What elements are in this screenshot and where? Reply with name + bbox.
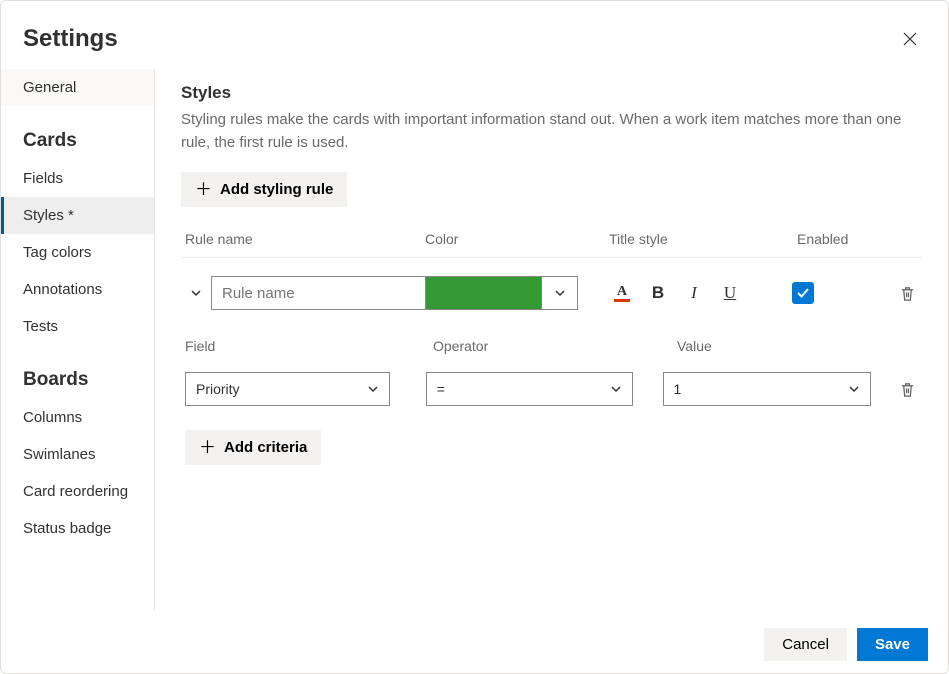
col-header-color: Color: [425, 231, 609, 247]
add-styling-rule-button[interactable]: ＋ Add styling rule: [181, 172, 347, 207]
add-styling-rule-label: Add styling rule: [220, 181, 333, 198]
rule-name-input[interactable]: [211, 276, 426, 310]
sidebar-item-styles[interactable]: Styles *: [1, 197, 154, 234]
section-title: Styles: [181, 83, 922, 103]
field-dropdown[interactable]: Priority: [185, 372, 390, 406]
criteria-header-operator: Operator: [433, 338, 677, 354]
add-criteria-button[interactable]: ＋ Add criteria: [185, 430, 321, 465]
value-dropdown-value: 1: [674, 381, 682, 397]
sidebar: General Cards Fields Styles * Tag colors…: [1, 69, 155, 611]
save-button[interactable]: Save: [857, 628, 928, 661]
underline-button[interactable]: U: [718, 281, 742, 305]
col-header-enabled: Enabled: [797, 231, 922, 247]
rule-row: A B I U: [181, 276, 922, 310]
font-color-button[interactable]: A: [610, 281, 634, 305]
criteria-header-value: Value: [677, 338, 922, 354]
sidebar-item-tests[interactable]: Tests: [1, 308, 154, 345]
bold-button[interactable]: B: [646, 281, 670, 305]
sidebar-item-card-reordering[interactable]: Card reordering: [1, 473, 154, 510]
sidebar-item-general[interactable]: General: [1, 69, 154, 106]
sidebar-item-swimlanes[interactable]: Swimlanes: [1, 436, 154, 473]
sidebar-item-annotations[interactable]: Annotations: [1, 271, 154, 308]
sidebar-item-status-badge[interactable]: Status badge: [1, 510, 154, 547]
criteria-header-field: Field: [185, 338, 433, 354]
plus-icon: ＋: [199, 439, 216, 456]
dialog-title: Settings: [23, 25, 118, 53]
section-description: Styling rules make the cards with import…: [181, 109, 922, 154]
plus-icon: ＋: [195, 181, 212, 198]
color-picker[interactable]: [426, 276, 578, 310]
add-criteria-label: Add criteria: [224, 439, 307, 456]
field-dropdown-value: Priority: [196, 381, 240, 397]
sidebar-item-tag-colors[interactable]: Tag colors: [1, 234, 154, 271]
cancel-button[interactable]: Cancel: [764, 628, 847, 661]
enabled-checkbox[interactable]: [792, 282, 814, 304]
value-dropdown[interactable]: 1: [663, 372, 872, 406]
delete-rule-button[interactable]: [892, 285, 922, 302]
italic-button[interactable]: I: [682, 281, 706, 305]
expand-toggle[interactable]: [181, 287, 211, 299]
operator-dropdown[interactable]: =: [426, 372, 633, 406]
delete-criteria-button[interactable]: [893, 381, 922, 398]
criteria-row: Priority = 1: [181, 372, 922, 406]
operator-dropdown-value: =: [437, 381, 445, 397]
chevron-down-icon: [541, 277, 577, 309]
close-icon[interactable]: [900, 29, 920, 49]
col-header-name: Rule name: [185, 231, 425, 247]
sidebar-item-columns[interactable]: Columns: [1, 399, 154, 436]
sidebar-item-fields[interactable]: Fields: [1, 160, 154, 197]
sidebar-heading-cards: Cards: [1, 106, 154, 160]
col-header-title-style: Title style: [609, 231, 797, 247]
sidebar-heading-boards: Boards: [1, 345, 154, 399]
color-swatch: [426, 277, 541, 309]
